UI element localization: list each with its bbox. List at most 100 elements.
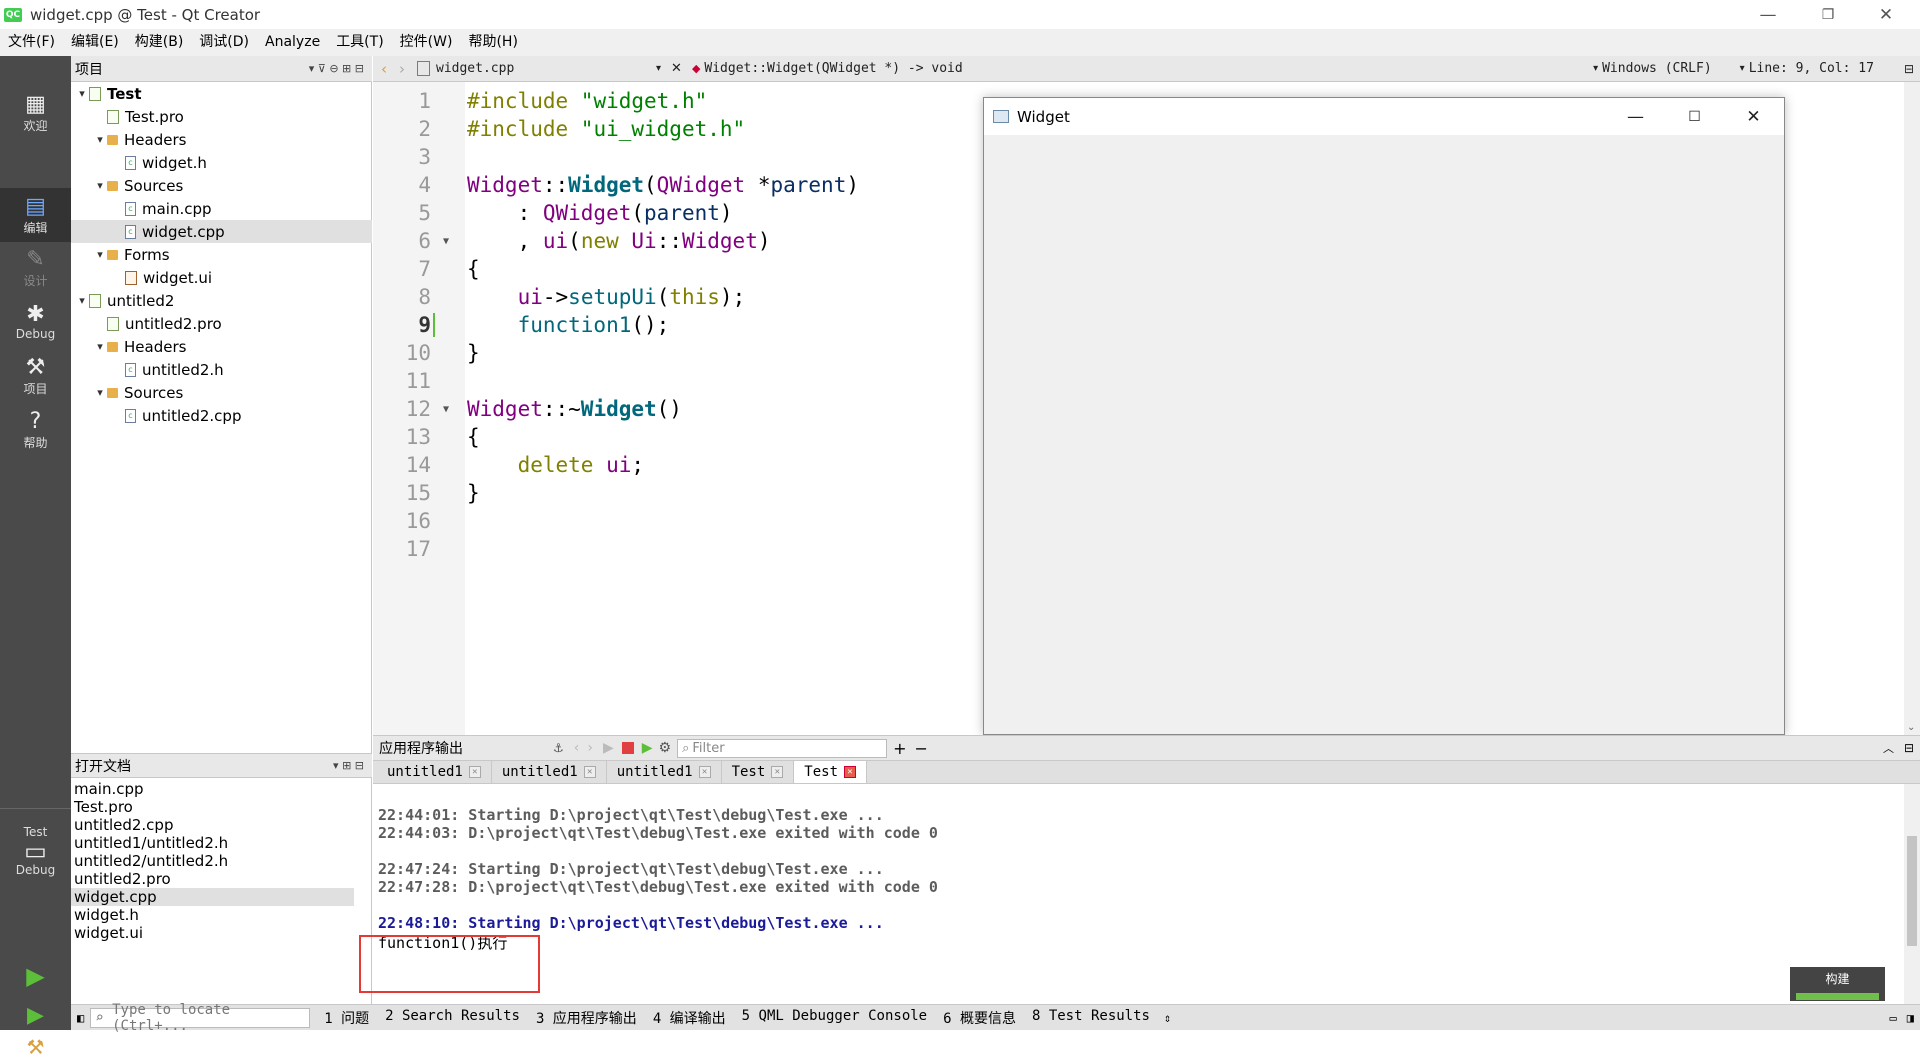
menu-item[interactable]: Analyze <box>257 29 328 56</box>
app-window[interactable]: Widget — ☐ ✕ <box>983 97 1785 735</box>
status-pane-button[interactable]: 4 编译输出 <box>645 1008 734 1028</box>
settings-icon[interactable]: ⚙ <box>659 740 672 756</box>
close-file-icon[interactable]: ✕ <box>671 61 682 76</box>
tree-item[interactable]: ▾ Forms <box>71 243 372 266</box>
zoom-in-icon[interactable]: + <box>893 739 906 758</box>
rerun-icon[interactable]: ▶ <box>603 740 614 756</box>
output-console[interactable]: 22:44:01: Starting D:\project\qt\Test\de… <box>373 784 1904 1004</box>
output-tab[interactable]: untitled1 ✕ <box>377 761 492 783</box>
right-sidebar-icon[interactable]: ◨ <box>1907 1011 1914 1025</box>
output-tab[interactable]: untitled1 ✕ <box>492 761 607 783</box>
more-panes-icon[interactable]: ⇕ <box>1164 1011 1171 1025</box>
expand-arrow-icon[interactable]: ▾ <box>75 87 89 100</box>
back-icon[interactable]: ‹ <box>381 60 387 78</box>
chevron-down-icon[interactable]: ▾ <box>1740 63 1745 74</box>
app-minimize-button[interactable]: — <box>1606 98 1665 135</box>
fold-marker-icon[interactable]: ▼ <box>443 236 449 247</box>
output-toggle-icon[interactable]: ▭ <box>1890 1011 1897 1025</box>
tree-item[interactable]: ▾ Headers <box>71 128 372 151</box>
mode-edit[interactable]: ▤ 编辑 <box>0 188 71 242</box>
tree-item[interactable]: c untitled2.cpp <box>71 404 372 427</box>
menu-item[interactable]: 控件(W) <box>392 29 461 56</box>
output-tab[interactable]: Test ✕ <box>722 761 795 783</box>
next-icon[interactable]: › <box>587 740 593 756</box>
tree-item[interactable]: ▾ Test <box>71 82 372 105</box>
tab-close-icon[interactable]: ✕ <box>771 766 784 778</box>
expand-arrow-icon[interactable]: ▾ <box>93 340 107 353</box>
open-doc-item[interactable]: untitled2/untitled2.h <box>71 852 354 870</box>
stop-icon[interactable] <box>621 742 634 754</box>
open-doc-item[interactable]: widget.ui <box>71 924 354 942</box>
filter-input[interactable]: ⌕ Filter <box>677 738 888 758</box>
output-scrollbar[interactable] <box>1904 784 1920 1004</box>
expand-arrow-icon[interactable]: ▾ <box>93 179 107 192</box>
status-pane-button[interactable]: 6 概要信息 <box>935 1008 1024 1028</box>
project-pane-controls[interactable]: ▾ ⊽ ⊖ ⊞ ⊟ <box>309 62 364 75</box>
expand-arrow-icon[interactable]: ▾ <box>93 386 107 399</box>
close-pane-icon[interactable]: ⊟ <box>1904 741 1914 755</box>
status-pane-button[interactable]: 8 Test Results <box>1024 1008 1158 1028</box>
mode-welcome[interactable]: ▦ 欢迎 <box>0 86 71 140</box>
tree-item[interactable]: ▾ Sources <box>71 174 372 197</box>
app-close-button[interactable]: ✕ <box>1724 98 1783 135</box>
tab-close-icon[interactable]: ✕ <box>844 766 857 778</box>
menu-item[interactable]: 编辑(E) <box>63 29 127 56</box>
tree-item[interactable]: c main.cpp <box>71 197 372 220</box>
open-docs-controls[interactable]: ▾ ⊞ ⊟ <box>333 759 364 772</box>
menu-item[interactable]: 工具(T) <box>328 29 391 56</box>
tree-item[interactable]: c widget.cpp <box>71 220 372 243</box>
mode-help[interactable]: ? 帮助 <box>0 403 71 457</box>
tree-item[interactable]: untitled2.pro <box>71 312 372 335</box>
split-icon[interactable]: ⊟ <box>1904 62 1914 76</box>
mode-projects[interactable]: ⚒ 项目 <box>0 349 71 403</box>
line-ending-selector[interactable]: Windows (CRLF) <box>1602 61 1712 76</box>
close-button[interactable]: ✕ <box>1858 0 1914 29</box>
debug-icon[interactable]: ▶ <box>642 740 653 756</box>
forward-icon[interactable]: › <box>399 60 405 78</box>
tab-close-icon[interactable]: ✕ <box>698 766 711 778</box>
attach-icon[interactable]: ⚓ <box>553 741 564 755</box>
tree-item[interactable]: c untitled2.h <box>71 358 372 381</box>
fold-marker-icon[interactable]: ▼ <box>443 404 449 415</box>
kit-selector[interactable]: Test ▭ Debug <box>0 816 71 886</box>
scroll-thumb[interactable] <box>1907 836 1917 946</box>
tree-item[interactable]: ▾ Headers <box>71 335 372 358</box>
expand-arrow-icon[interactable]: ▾ <box>93 133 107 146</box>
debug-run-button[interactable]: ▶ <box>0 996 71 1036</box>
run-button[interactable]: ▶ <box>0 956 71 996</box>
menu-item[interactable]: 帮助(H) <box>460 29 525 56</box>
tree-item[interactable]: ▾ untitled2 <box>71 289 372 312</box>
open-doc-item[interactable]: widget.h <box>71 906 354 924</box>
output-tab[interactable]: Test ✕ <box>794 761 868 783</box>
status-pane-button[interactable]: 1 问题 <box>316 1008 377 1028</box>
open-doc-item[interactable]: Test.pro <box>71 798 354 816</box>
restore-button[interactable]: ❐ <box>1800 0 1856 29</box>
menu-item[interactable]: 文件(F) <box>0 29 63 56</box>
mode-design[interactable]: ✎ 设计 <box>0 241 71 295</box>
output-tab[interactable]: untitled1 ✕ <box>607 761 722 783</box>
cursor-position[interactable]: Line: 9, Col: 17 <box>1749 61 1874 76</box>
open-doc-item[interactable]: untitled2.pro <box>71 870 354 888</box>
status-pane-button[interactable]: 3 应用程序输出 <box>528 1008 645 1028</box>
minimize-button[interactable]: — <box>1740 0 1796 29</box>
expand-arrow-icon[interactable]: ▾ <box>75 294 89 307</box>
mode-debug[interactable]: ✱ Debug <box>0 295 71 349</box>
tree-item[interactable]: c widget.h <box>71 151 372 174</box>
tree-item[interactable]: ▾ Sources <box>71 381 372 404</box>
menu-item[interactable]: 构建(B) <box>127 29 192 56</box>
maximize-pane-icon[interactable]: ︿ <box>1883 740 1894 756</box>
open-doc-item[interactable]: untitled2.cpp <box>71 816 354 834</box>
prev-icon[interactable]: ‹ <box>574 740 580 756</box>
build-button[interactable]: ⚒ <box>0 1034 71 1060</box>
open-doc-item[interactable]: main.cpp <box>71 780 354 798</box>
editor-scrollbar[interactable]: ⌄ <box>1904 82 1920 735</box>
sidebar-toggle-icon[interactable]: ◧ <box>77 1011 84 1025</box>
app-maximize-button[interactable]: ☐ <box>1665 98 1724 135</box>
open-doc-item[interactable]: widget.cpp <box>71 888 354 906</box>
status-pane-button[interactable]: 2 Search Results <box>377 1008 528 1028</box>
tab-close-icon[interactable]: ✕ <box>468 766 481 778</box>
locator-input[interactable]: ⌕ Type to locate (Ctrl+... <box>90 1002 311 1034</box>
tree-item[interactable]: Test.pro <box>71 105 372 128</box>
tab-close-icon[interactable]: ✕ <box>583 766 596 778</box>
expand-arrow-icon[interactable]: ▾ <box>93 248 107 261</box>
